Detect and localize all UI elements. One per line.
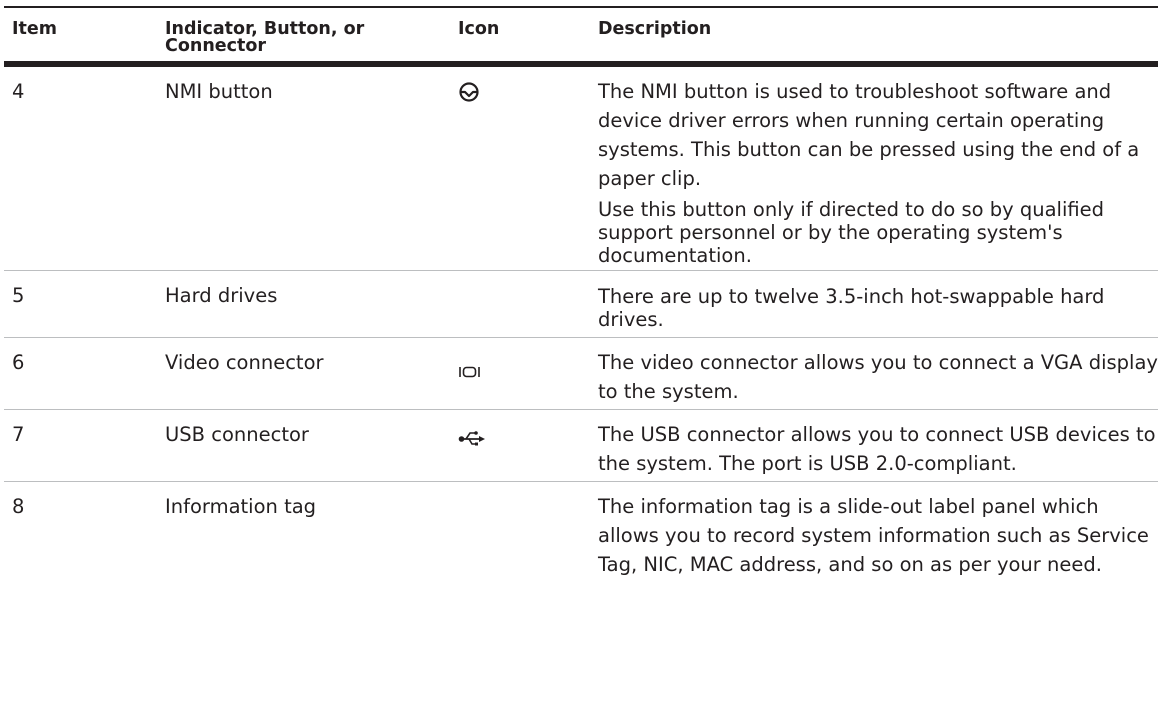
header-description: Description [598, 19, 712, 39]
row-item-number: 6 [12, 351, 25, 374]
row-icon-cell [450, 64, 590, 271]
header-indicator: Indicator, Button, or Connector [165, 19, 365, 56]
row-description: The video connector allows you to connec… [590, 338, 1158, 410]
description-paragraph: Use this button only if directed to do s… [598, 198, 1105, 267]
table-row: 8 Information tag The information tag is… [4, 482, 1158, 583]
nmi-icon [458, 81, 480, 111]
vga-icon [458, 358, 482, 387]
row-item-number: 8 [12, 495, 25, 518]
component-table: Item Indicator, Button, or Connector Ico… [4, 6, 1158, 582]
description-paragraph: The information tag is a slide-out label… [598, 495, 1149, 576]
row-component-name: NMI button [165, 80, 273, 103]
header-row: Item Indicator, Button, or Connector Ico… [4, 7, 1158, 64]
table-row: 6 Video connector The video connector al… [4, 338, 1158, 410]
row-item-number: 4 [12, 80, 25, 103]
header-item: Item [12, 19, 57, 39]
table-header: Item Indicator, Button, or Connector Ico… [4, 7, 1158, 64]
row-icon-cell [450, 410, 590, 482]
usb-icon [458, 426, 486, 455]
description-paragraph: There are up to twelve 3.5-inch hot-swap… [598, 285, 1105, 331]
row-component-name: Video connector [165, 351, 324, 374]
row-icon-cell [450, 338, 590, 410]
table-body: 4 NMI button The NMI button is used to t… [4, 64, 1158, 582]
table-row: 7 USB connector The USB connector allows… [4, 410, 1158, 482]
row-description: There are up to twelve 3.5-inch hot-swap… [590, 271, 1158, 338]
description-paragraph: The video connector allows you to connec… [598, 351, 1158, 403]
table-row: 4 NMI button The NMI button is used to t… [4, 64, 1158, 271]
row-icon-cell [450, 271, 590, 338]
document-page: Item Indicator, Button, or Connector Ico… [0, 0, 1158, 704]
row-description: The NMI button is used to troubleshoot s… [590, 64, 1158, 271]
row-icon-cell [450, 482, 590, 583]
row-description: The USB connector allows you to connect … [590, 410, 1158, 482]
row-component-name: USB connector [165, 423, 309, 446]
row-description: The information tag is a slide-out label… [590, 482, 1158, 583]
description-paragraph: The NMI button is used to troubleshoot s… [598, 80, 1140, 190]
row-component-name: Information tag [165, 495, 317, 518]
row-item-number: 7 [12, 423, 25, 446]
header-icon: Icon [458, 19, 500, 39]
description-paragraph: The USB connector allows you to connect … [598, 423, 1156, 475]
table-row: 5 Hard drives There are up to twelve 3.5… [4, 271, 1158, 338]
row-item-number: 5 [12, 284, 25, 307]
row-component-name: Hard drives [165, 284, 278, 307]
